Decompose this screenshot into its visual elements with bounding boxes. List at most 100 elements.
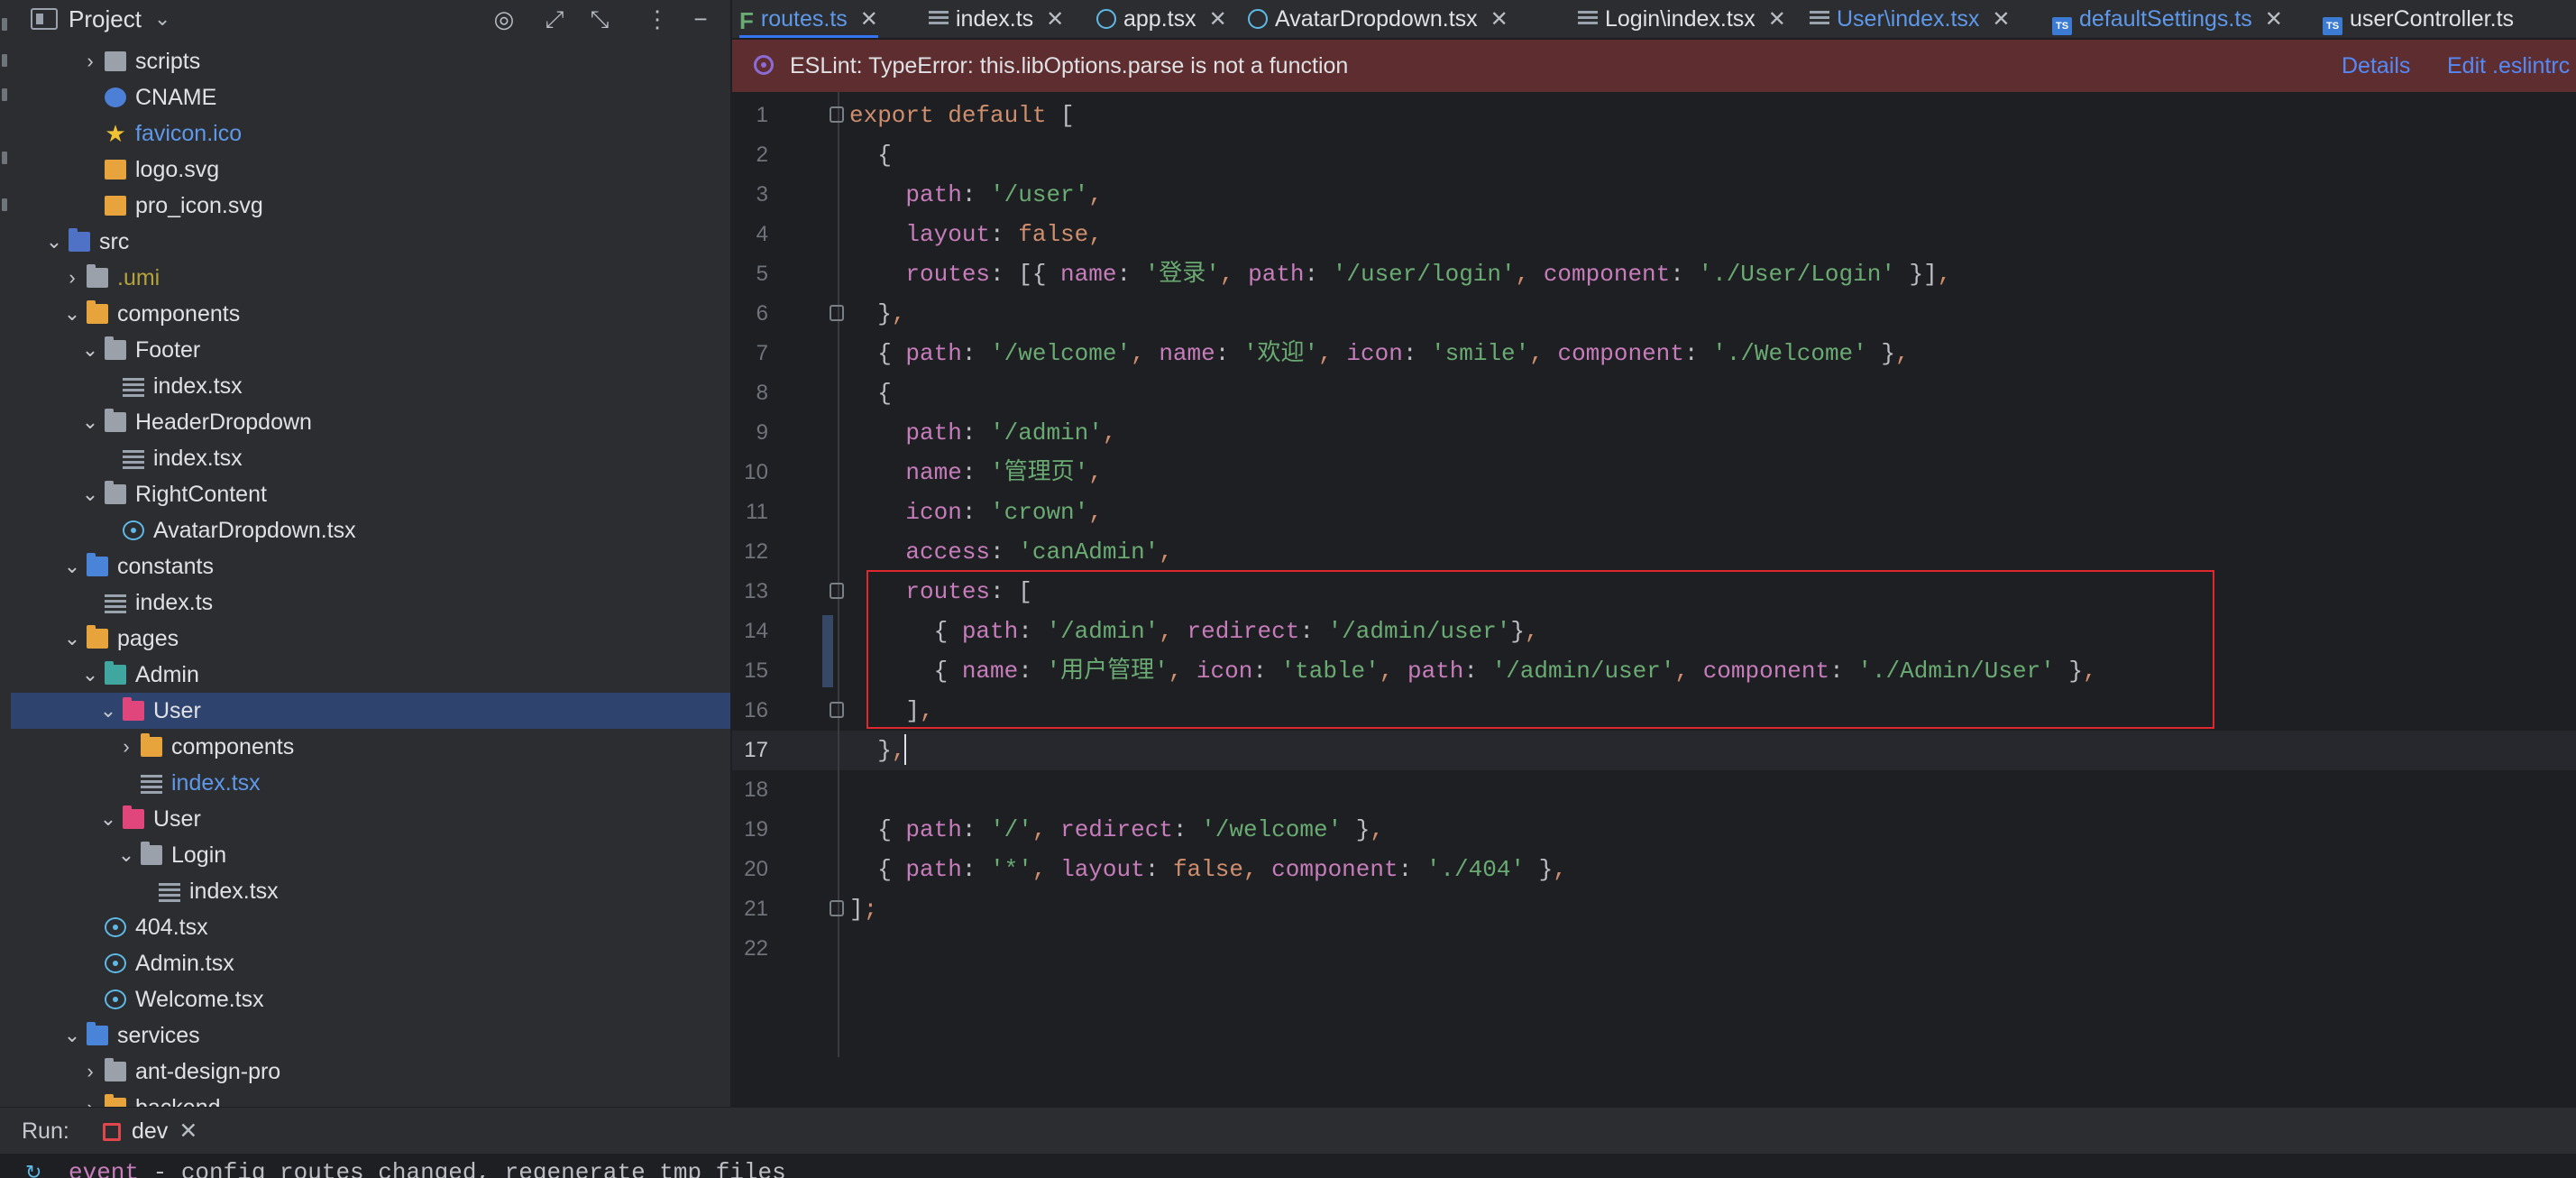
details-link[interactable]: Details: [2342, 40, 2410, 92]
editor-tab[interactable]: AvatarDropdown.tsx ✕: [1248, 0, 1508, 38]
close-icon[interactable]: ✕: [1992, 7, 2010, 32]
collapse-all-icon[interactable]: ⤡: [584, 4, 615, 34]
tree-item[interactable]: index.tsx: [11, 440, 730, 476]
code-line[interactable]: 5 routes: [{ name: '登录', path: '/user/lo…: [732, 254, 2576, 294]
editor-tab[interactable]: index.ts ✕: [929, 0, 1064, 38]
chevron-down-icon[interactable]: ⌄: [61, 296, 83, 332]
chevron-right-icon[interactable]: ›: [79, 43, 101, 79]
code-line[interactable]: 3 path: '/user',: [732, 175, 2576, 215]
chevron-down-icon[interactable]: ⌄: [61, 621, 83, 657]
tree-item[interactable]: pro_icon.svg: [11, 188, 730, 224]
code-line[interactable]: 2 {: [732, 135, 2576, 175]
chevron-right-icon[interactable]: ›: [115, 729, 137, 765]
code-line[interactable]: 1 export default [: [732, 96, 2576, 135]
fold-marker-icon[interactable]: [830, 900, 844, 916]
code-line[interactable]: 12 access: 'canAdmin',: [732, 532, 2576, 572]
chevron-down-icon[interactable]: ⌄: [61, 1017, 83, 1054]
code-line[interactable]: 9 path: '/admin',: [732, 413, 2576, 453]
tree-item[interactable]: Welcome.tsx: [11, 981, 730, 1017]
tree-item[interactable]: logo.svg: [11, 152, 730, 188]
close-icon[interactable]: ✕: [1046, 7, 1064, 32]
tree-item[interactable]: › ant-design-pro: [11, 1054, 730, 1090]
close-icon[interactable]: ✕: [2265, 7, 2283, 32]
edit-eslintrc-link[interactable]: Edit .eslintrc: [2447, 40, 2570, 92]
chevron-down-icon[interactable]: ⌄: [79, 476, 101, 512]
fold-marker-icon[interactable]: [830, 305, 844, 321]
code-line[interactable]: 18: [732, 770, 2576, 810]
run-tab-dev[interactable]: dev ✕: [103, 1108, 197, 1155]
tree-item[interactable]: ⌄ Admin: [11, 657, 730, 693]
strip-tab[interactable]: [2, 152, 7, 164]
code-line[interactable]: 7 { path: '/welcome', name: '欢迎', icon: …: [732, 334, 2576, 373]
close-icon[interactable]: ✕: [1209, 7, 1227, 32]
tree-item[interactable]: ⌄ Login: [11, 837, 730, 873]
tree-item[interactable]: ⌄ constants: [11, 548, 730, 584]
fold-marker-icon[interactable]: [830, 583, 844, 599]
close-icon[interactable]: ✕: [860, 7, 878, 32]
chevron-down-icon[interactable]: ⌄: [79, 657, 101, 693]
close-icon[interactable]: ✕: [1768, 7, 1786, 32]
code-line[interactable]: 8 {: [732, 373, 2576, 413]
editor-tab[interactable]: Froutes.ts ✕: [739, 0, 878, 38]
editor-tab[interactable]: User\index.tsx ✕: [1810, 0, 2011, 38]
rerun-icon[interactable]: ↻: [25, 1163, 45, 1178]
close-icon[interactable]: ✕: [179, 1118, 197, 1144]
strip-tab[interactable]: [2, 18, 7, 31]
fold-marker-icon[interactable]: [830, 702, 844, 718]
chevron-down-icon[interactable]: ⌄: [79, 332, 101, 368]
code-line[interactable]: 20 { path: '*', layout: false, component…: [732, 850, 2576, 889]
chevron-down-icon[interactable]: ⌄: [61, 548, 83, 584]
chevron-down-icon[interactable]: ⌄: [97, 693, 119, 729]
code-line[interactable]: 19 { path: '/', redirect: '/welcome' },: [732, 810, 2576, 850]
chevron-down-icon[interactable]: ⌄: [79, 404, 101, 440]
tree-item[interactable]: index.tsx: [11, 765, 730, 801]
tree-item[interactable]: ⌄ HeaderDropdown: [11, 404, 730, 440]
code-line[interactable]: 4 layout: false,: [732, 215, 2576, 254]
more-options-icon[interactable]: ⋮: [642, 4, 673, 34]
chevron-right-icon[interactable]: ›: [79, 1090, 101, 1107]
tree-item[interactable]: AvatarDropdown.tsx: [11, 512, 730, 548]
code-line[interactable]: 21];: [732, 889, 2576, 929]
tree-item[interactable]: ⌄ Footer: [11, 332, 730, 368]
code-editor[interactable]: 1 export default [2 {3 path: '/user', 4 la…: [732, 92, 2576, 1107]
close-icon[interactable]: ✕: [1490, 7, 1508, 32]
editor-tab[interactable]: TS userController.ts: [2323, 0, 2514, 38]
tree-item[interactable]: ⌄ pages: [11, 621, 730, 657]
tree-item[interactable]: ⌄ User: [11, 693, 730, 729]
strip-tab[interactable]: [2, 88, 7, 101]
code-line[interactable]: 11 icon: 'crown',: [732, 492, 2576, 532]
tree-item[interactable]: › backend: [11, 1090, 730, 1107]
chevron-down-icon[interactable]: ⌄: [97, 801, 119, 837]
tree-item[interactable]: › components: [11, 729, 730, 765]
chevron-right-icon[interactable]: ›: [61, 260, 83, 296]
hide-panel-icon[interactable]: −: [685, 4, 716, 34]
tree-item[interactable]: › scripts: [11, 43, 730, 79]
chevron-down-icon[interactable]: ⌄: [43, 224, 65, 260]
tree-item[interactable]: CNAME: [11, 79, 730, 115]
tree-item[interactable]: › .umi: [11, 260, 730, 296]
tree-item[interactable]: 404.tsx: [11, 909, 730, 945]
editor-tab[interactable]: TS defaultSettings.ts ✕: [2052, 0, 2283, 38]
tree-item[interactable]: ⌄ User: [11, 801, 730, 837]
code-line[interactable]: 10 name: '管理页',: [732, 453, 2576, 492]
chevron-right-icon[interactable]: ›: [79, 1054, 101, 1090]
strip-tab[interactable]: [2, 54, 7, 67]
code-line[interactable]: 22: [732, 929, 2576, 969]
editor-tab[interactable]: app.tsx ✕: [1096, 0, 1227, 38]
fold-marker-icon[interactable]: [830, 106, 844, 123]
tree-item[interactable]: ⌄ src: [11, 224, 730, 260]
tree-item[interactable]: index.tsx: [11, 368, 730, 404]
chevron-down-icon[interactable]: ⌄: [115, 837, 137, 873]
expand-all-icon[interactable]: ⤢: [539, 4, 570, 34]
code-line[interactable]: 6 },: [732, 294, 2576, 334]
tree-item[interactable]: ⌄ components: [11, 296, 730, 332]
tree-item[interactable]: index.ts: [11, 584, 730, 621]
tree-item[interactable]: ⌄ services: [11, 1017, 730, 1054]
chevron-down-icon[interactable]: ⌄: [154, 7, 170, 31]
code-line[interactable]: 17 },: [732, 731, 2576, 770]
locate-target-icon[interactable]: ◎: [489, 4, 519, 34]
tree-item[interactable]: ⌄ RightContent: [11, 476, 730, 512]
tree-item[interactable]: Admin.tsx: [11, 945, 730, 981]
editor-tab[interactable]: Login\index.tsx ✕: [1578, 0, 1786, 38]
strip-tab[interactable]: [2, 198, 7, 211]
